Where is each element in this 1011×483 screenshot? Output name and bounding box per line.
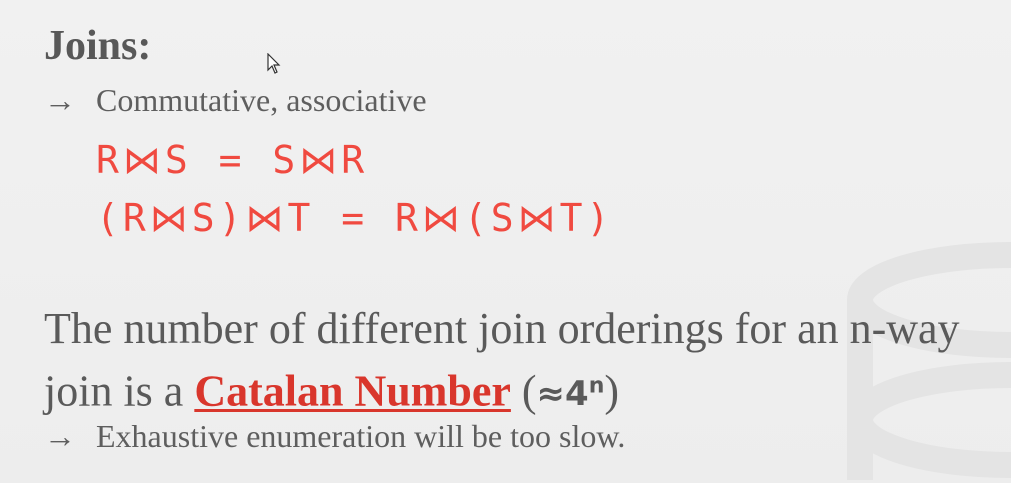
approx-value: ≈4n	[536, 374, 605, 415]
catalan-number-link[interactable]: Catalan Number	[194, 366, 511, 415]
bullet-text: Exhaustive enumeration will be too slow.	[96, 418, 626, 454]
bullet-exhaustive: → Exhaustive enumeration will be too slow…	[44, 418, 625, 455]
code-associative: (R⋈S)⋈T = R⋈(S⋈T)	[96, 196, 614, 240]
approx-exponent: n	[588, 374, 605, 399]
cursor-icon	[267, 53, 281, 74]
approx-close: )	[604, 366, 620, 416]
arrow-icon: →	[44, 418, 76, 454]
code-commutative: R⋈S = S⋈R	[96, 138, 369, 182]
catalan-paragraph: The number of different join orderings f…	[44, 300, 974, 423]
bullet-commutative: → Commutative, associative	[44, 82, 427, 119]
slide-heading: Joins:	[44, 23, 152, 69]
approx-open: (	[510, 366, 537, 416]
arrow-icon: →	[44, 82, 76, 118]
bullet-text: Commutative, associative	[96, 82, 427, 118]
